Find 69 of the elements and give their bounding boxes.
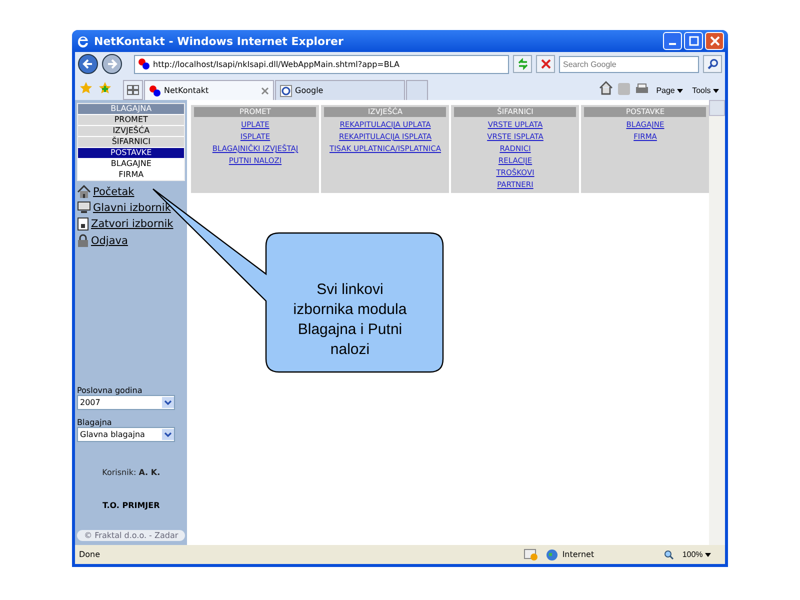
globe-icon [546, 548, 558, 560]
zone-text: Internet [562, 550, 594, 559]
g-logo-icon [280, 84, 292, 96]
scrollbar[interactable] [709, 100, 725, 545]
close-tab-icon[interactable] [261, 86, 269, 94]
sidebar-title: BLAGAJNA [78, 104, 184, 114]
chevron-down-icon [164, 432, 172, 438]
browser-tab[interactable]: NetKontakt [144, 80, 274, 100]
callout-text: Svi linkovi izbornika modula Blagajna i Putni nalozi [292, 280, 408, 360]
star-icon[interactable] [79, 81, 93, 95]
sidebar-menu-item[interactable]: IZVJEŠĆA [78, 125, 184, 136]
tools-menu-button[interactable]: Tools [690, 86, 721, 95]
refresh-button[interactable] [513, 55, 532, 73]
monitor-icon [77, 201, 91, 214]
search-field[interactable]: Search Google [559, 56, 699, 72]
sidebar-link[interactable]: Glavni izbornik [93, 202, 171, 214]
sidebar-menu-item[interactable]: ŠIFARNICI [78, 136, 184, 147]
e-logo-icon [76, 34, 90, 48]
page-menu-button[interactable]: Page [654, 86, 686, 95]
sidebar-menu-item[interactable]: PROMET [78, 114, 184, 125]
forward-arrow-icon [106, 58, 118, 70]
grid-icon [127, 84, 139, 94]
stop-button[interactable] [536, 55, 555, 73]
home-icon[interactable] [599, 81, 614, 95]
status-text: Done [79, 550, 100, 559]
chevron-down-icon [164, 400, 172, 406]
close-button[interactable] [705, 32, 724, 50]
window-title: NetKontakt - Windows Internet Explorer [94, 34, 344, 48]
add-favorite-icon[interactable] [98, 81, 112, 95]
house-icon [77, 185, 91, 198]
printer-icon[interactable] [635, 83, 650, 95]
search-button[interactable] [703, 55, 722, 73]
caret-icon [705, 553, 711, 557]
field-label: Poslovna godina [77, 386, 144, 395]
company-name: T.O. PRIMJER [101, 501, 161, 510]
minimize-icon [669, 43, 676, 45]
refresh-icon [516, 58, 528, 70]
caret-icon [713, 89, 719, 93]
dropdown-field[interactable]: Glavna blagajna [77, 427, 175, 442]
back-button[interactable] [78, 54, 98, 74]
address-field[interactable]: http://localhost/Isapi/nkIsapi.dll/WebAppMain.shtml?app=BLA [134, 54, 509, 74]
sidebar-submenu-item[interactable]: FIRMA [78, 169, 184, 180]
lock-icon [77, 234, 89, 248]
search-icon [706, 58, 718, 70]
stop-icon [540, 59, 550, 69]
dropdown-field[interactable]: 2007 [77, 395, 175, 410]
site-logo-icon [149, 84, 161, 96]
magnifier-icon [664, 550, 674, 560]
sidebar-link[interactable]: Odjava [91, 235, 128, 247]
minimize-button[interactable] [663, 32, 682, 50]
back-arrow-icon [82, 58, 94, 70]
sidebar-link[interactable]: Zatvori izbornik [91, 218, 174, 230]
quick-tabs-button[interactable] [123, 80, 143, 100]
caret-icon [677, 89, 684, 93]
field-label: Blagajna [77, 418, 113, 427]
sidebar-menu-item[interactable]: POSTAVKE [78, 147, 184, 158]
site-logo-icon [138, 58, 150, 70]
close-icon [710, 36, 720, 46]
warning-icon [524, 548, 538, 560]
browser-tab[interactable]: Google [275, 80, 405, 100]
user-label: Korisnik: A. K. [101, 468, 162, 477]
document-icon [77, 217, 89, 231]
sidebar-link[interactable]: Početak [93, 186, 134, 198]
sidebar-submenu-item[interactable]: BLAGAJNE [78, 158, 184, 169]
zoom-button[interactable]: 100% [682, 550, 711, 559]
copyright-badge: © Fraktal d.o.o. - Zadar [77, 530, 186, 541]
maximize-button[interactable] [684, 32, 703, 50]
forward-button[interactable] [102, 54, 122, 74]
maximize-icon [688, 36, 698, 46]
